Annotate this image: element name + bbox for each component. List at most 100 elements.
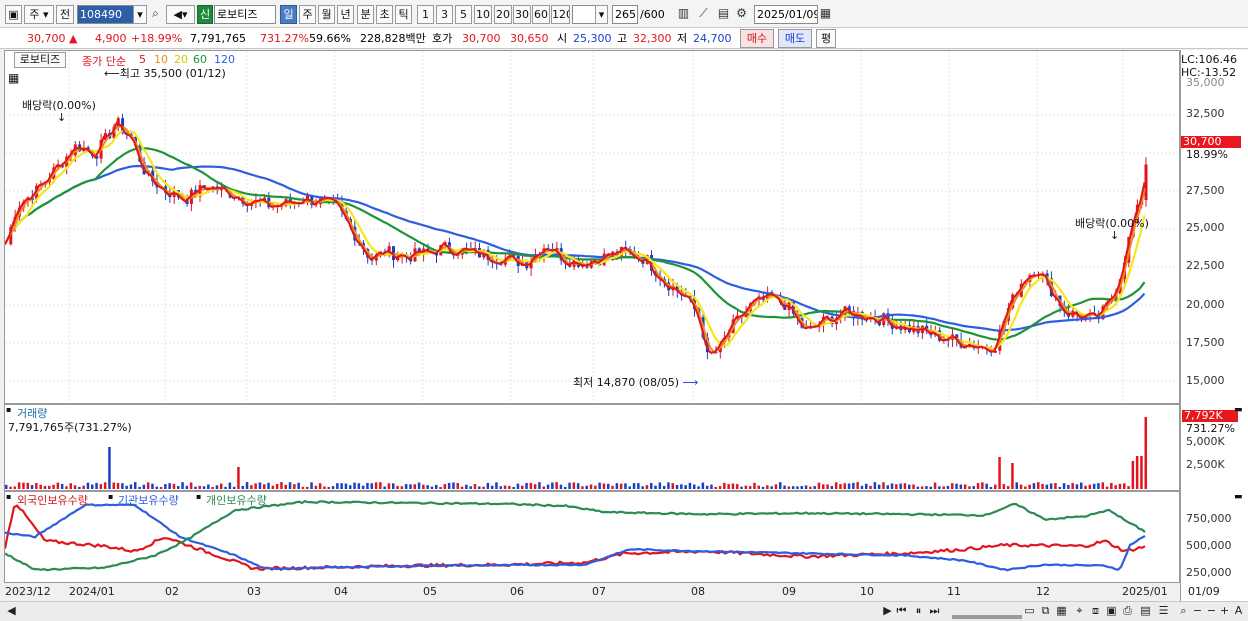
volume-bar bbox=[48, 485, 51, 489]
volume-bar bbox=[280, 482, 283, 489]
plus-icon[interactable]: + bbox=[1219, 603, 1230, 619]
interval-60[interactable]: 60 bbox=[532, 5, 550, 24]
drawing-tool-icon[interactable]: ⟋ bbox=[695, 5, 712, 24]
turnover-ratio: 59.66% bbox=[309, 32, 351, 45]
volume-bar bbox=[615, 483, 619, 489]
tab-month[interactable]: 월 bbox=[318, 5, 335, 24]
tab-year[interactable]: 년 bbox=[337, 5, 354, 24]
interval-120[interactable]: 120 bbox=[551, 5, 570, 24]
calendar-icon[interactable]: ▦ bbox=[817, 5, 834, 24]
gear-icon[interactable]: ⚙ bbox=[733, 5, 750, 24]
volume-bar bbox=[1062, 483, 1066, 489]
tab-minute[interactable]: 분 bbox=[357, 5, 374, 24]
tab-day[interactable]: 일 bbox=[280, 5, 297, 24]
stock-code-input[interactable]: 108490 bbox=[77, 5, 137, 24]
volume-bar bbox=[658, 482, 662, 489]
y-tick: 22,500 bbox=[1186, 259, 1225, 272]
stock-label-box[interactable]: 로보티즈 bbox=[14, 52, 66, 68]
export-icon[interactable]: ▣ bbox=[1106, 603, 1117, 619]
grid-icon[interactable]: ▦ bbox=[1056, 603, 1067, 619]
tab-week[interactable]: 주 bbox=[299, 5, 316, 24]
volume-bar bbox=[181, 482, 184, 489]
volume-bar bbox=[946, 485, 950, 489]
volume-bar bbox=[151, 483, 154, 489]
volume-bar bbox=[607, 483, 610, 489]
split-icon[interactable]: ⧉ bbox=[1040, 603, 1051, 619]
eval-button[interactable]: 평 bbox=[816, 29, 836, 48]
count-input[interactable]: 265 bbox=[612, 5, 638, 24]
compare-button[interactable]: 전 bbox=[56, 5, 74, 24]
holding-panel-close-icon[interactable]: ▬ bbox=[1234, 492, 1243, 502]
save-icon[interactable]: ▤ bbox=[715, 5, 732, 24]
minus-icon[interactable]: − bbox=[1192, 603, 1203, 619]
volume-bar bbox=[254, 483, 257, 489]
layout-icon[interactable]: ▭ bbox=[1024, 603, 1035, 619]
calculator-icon[interactable]: ▦ bbox=[8, 71, 19, 85]
x-label: 11 bbox=[947, 585, 961, 598]
volume-bar bbox=[589, 484, 593, 489]
font-icon[interactable]: A bbox=[1233, 603, 1244, 619]
volume-bar bbox=[245, 482, 249, 489]
scroll-thumb[interactable] bbox=[952, 615, 1022, 619]
interval-3[interactable]: 3 bbox=[436, 5, 453, 24]
pause-icon[interactable]: ⏸ bbox=[913, 603, 924, 619]
x-label: 08 bbox=[691, 585, 705, 598]
interval-30[interactable]: 30 bbox=[513, 5, 531, 24]
list-icon[interactable]: ☰ bbox=[1158, 603, 1169, 619]
forward-icon[interactable]: ⏭ bbox=[929, 603, 940, 619]
zoom-out-icon[interactable]: − bbox=[1206, 603, 1217, 619]
print-icon[interactable]: ⎙ bbox=[1122, 603, 1133, 619]
zoom-icon[interactable]: ⌕ bbox=[1178, 603, 1189, 619]
buy-button[interactable]: 매수 bbox=[740, 29, 774, 48]
volume-bar bbox=[215, 485, 219, 489]
period-unit-select[interactable]: 주 ▾ bbox=[24, 5, 54, 24]
window-icon[interactable]: ▣ bbox=[5, 5, 22, 24]
tab-second[interactable]: 초 bbox=[376, 5, 393, 24]
table-icon[interactable]: ▤ bbox=[1140, 603, 1151, 619]
volume-bar bbox=[804, 485, 808, 489]
volume-bar bbox=[82, 485, 85, 489]
volume-bar bbox=[116, 482, 120, 489]
scrollbar[interactable]: ◀ ▶ ⏮ ⏸ ⏭ ▭ ⧉ ▦ ⌖ ⧈ ▣ ⎙ ▤ ☰ ⌕ − − + A bbox=[0, 601, 1248, 621]
y-tick-35000: 35,000 bbox=[1186, 76, 1225, 89]
tab-tick[interactable]: 틱 bbox=[395, 5, 412, 24]
volume-panel-close-icon[interactable]: ▬ bbox=[1234, 405, 1243, 415]
crosshair-icon[interactable]: ⌖ bbox=[1074, 603, 1085, 619]
search-icon[interactable]: ⌕ bbox=[147, 5, 164, 24]
volume-bar bbox=[465, 484, 468, 489]
volume-bar bbox=[374, 482, 378, 489]
volume-bar bbox=[146, 482, 150, 489]
count-max: /600 bbox=[640, 8, 665, 21]
volume-bar bbox=[594, 485, 597, 489]
sound-icon[interactable]: ◀▾ bbox=[166, 5, 195, 24]
volume-bar bbox=[142, 484, 146, 489]
volume-bar bbox=[546, 484, 550, 489]
stock-name-field[interactable]: 로보티즈 bbox=[214, 5, 276, 24]
lc-label: LC:106.46 bbox=[1181, 53, 1238, 66]
scroll-right-icon[interactable]: ▶ bbox=[882, 603, 893, 619]
volume-bar bbox=[224, 486, 227, 489]
volume-panel-icon[interactable]: ▪ bbox=[6, 405, 11, 414]
date-input[interactable]: 2025/01/09 bbox=[754, 5, 818, 24]
volume-bar bbox=[645, 485, 649, 489]
rewind-icon[interactable]: ⏮ bbox=[896, 603, 907, 619]
app-window: ▣ 주 ▾ 전 108490 ▾ ⌕ ◀▾ 신 로보티즈 일 주 월 년 분 초… bbox=[0, 0, 1248, 621]
interval-10[interactable]: 10 bbox=[474, 5, 492, 24]
volume-bar bbox=[1105, 486, 1109, 489]
volume-bar bbox=[1006, 486, 1010, 489]
volume-bar bbox=[834, 482, 838, 489]
volume-bar bbox=[99, 484, 103, 489]
compare-icon[interactable]: ⧈ bbox=[1090, 603, 1101, 619]
interval-20[interactable]: 20 bbox=[494, 5, 512, 24]
interval-1[interactable]: 1 bbox=[417, 5, 434, 24]
code-dropdown-icon[interactable]: ▾ bbox=[133, 5, 147, 24]
custom-interval-dropdown-icon[interactable]: ▾ bbox=[595, 5, 608, 24]
interval-5[interactable]: 5 bbox=[455, 5, 472, 24]
sell-button[interactable]: 매도 bbox=[778, 29, 812, 48]
price-panel bbox=[4, 50, 1180, 404]
candle-icon[interactable]: ▥ bbox=[675, 5, 692, 24]
volume-bar bbox=[912, 484, 915, 489]
scroll-left-icon[interactable]: ◀ bbox=[6, 603, 17, 619]
low-note-text: 최저 14,870 (08/05) bbox=[573, 376, 680, 389]
volume-bar bbox=[731, 483, 735, 489]
